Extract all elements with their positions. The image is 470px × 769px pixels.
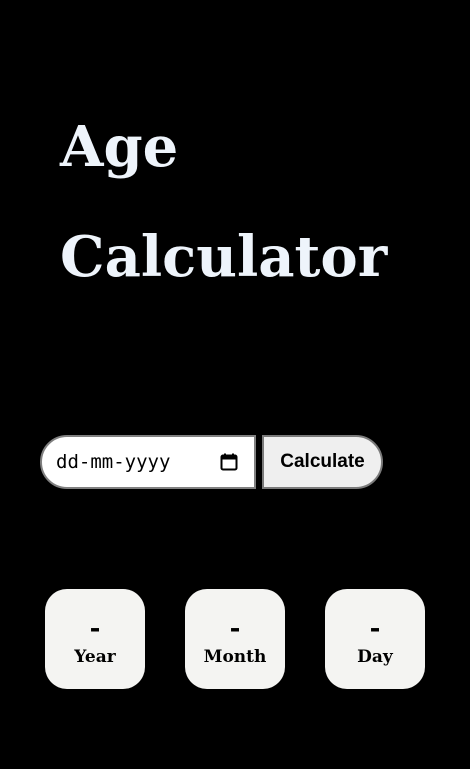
title-line-calculator: Calculator: [60, 224, 388, 290]
day-card: - Day: [325, 589, 425, 689]
title-line-age: Age: [60, 114, 179, 180]
calendar-icon[interactable]: [220, 453, 238, 471]
day-label: Day: [357, 647, 393, 667]
age-calculator-page: Age Calculator dd-mm-yyyy Calculate - Ye…: [0, 0, 470, 769]
month-value: -: [229, 614, 241, 644]
birthdate-input[interactable]: dd-mm-yyyy: [40, 434, 256, 489]
date-form: dd-mm-yyyy Calculate: [40, 434, 383, 489]
calculate-button[interactable]: Calculate: [262, 434, 383, 489]
month-card: - Month: [185, 589, 285, 689]
year-card: - Year: [45, 589, 145, 689]
results-panel: - Year - Month - Day: [45, 589, 425, 689]
page-title: Age Calculator: [60, 92, 387, 312]
year-label: Year: [74, 647, 116, 667]
day-value: -: [369, 614, 381, 644]
birthdate-placeholder: dd-mm-yyyy: [56, 450, 171, 473]
year-value: -: [89, 614, 101, 644]
month-label: Month: [203, 647, 267, 667]
